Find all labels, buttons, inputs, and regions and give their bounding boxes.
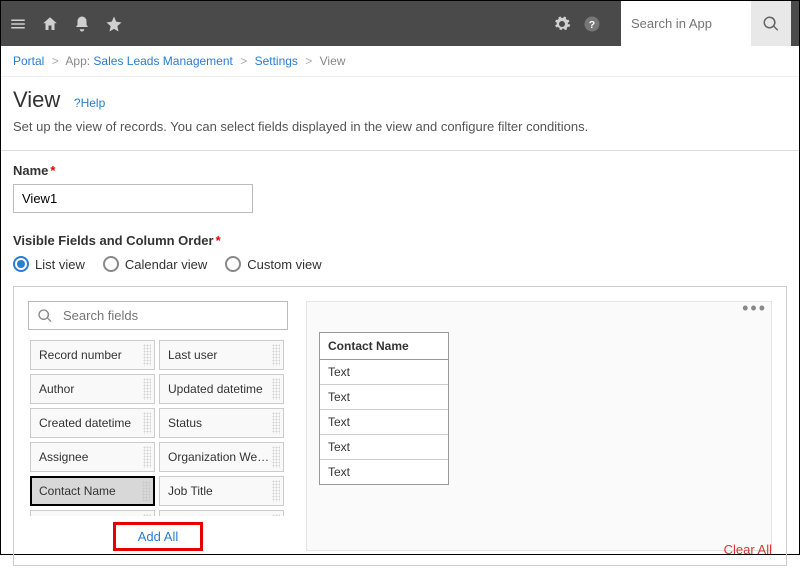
page-title: View	[13, 87, 60, 113]
breadcrumb-app[interactable]: Sales Leads Management	[93, 54, 232, 68]
help-icon[interactable]: ?	[583, 15, 601, 33]
breadcrumb-portal[interactable]: Portal	[13, 54, 44, 68]
field-item[interactable]: Telephone #	[159, 510, 284, 516]
available-fields: Record numberLast userAuthorUpdated date…	[28, 301, 288, 551]
drag-grip-icon	[272, 480, 280, 502]
home-icon[interactable]	[41, 15, 59, 33]
menu-icon[interactable]	[9, 15, 27, 33]
radio-custom-view[interactable]: Custom view	[225, 256, 321, 272]
star-icon[interactable]	[105, 15, 123, 33]
field-list[interactable]: Record numberLast userAuthorUpdated date…	[28, 338, 288, 516]
view-type-radios: List view Calendar view Custom view	[13, 256, 787, 272]
drag-grip-icon	[272, 446, 280, 468]
drag-grip-icon	[143, 378, 151, 400]
column-cell: Text	[320, 410, 448, 435]
drag-grip-icon	[272, 344, 280, 366]
name-input[interactable]	[13, 184, 253, 213]
field-item[interactable]: Email	[30, 510, 155, 516]
search-icon	[37, 308, 53, 324]
breadcrumb-app-prefix: App:	[65, 54, 90, 68]
required-mark: *	[50, 163, 55, 178]
page-description: Set up the view of records. You can sele…	[13, 119, 787, 134]
bell-icon[interactable]	[73, 15, 91, 33]
drag-grip-icon	[143, 446, 151, 468]
gear-icon[interactable]	[553, 15, 571, 33]
field-search-wrap	[28, 301, 288, 330]
radio-list-view[interactable]: List view	[13, 256, 85, 272]
breadcrumb-settings[interactable]: Settings	[255, 54, 298, 68]
drag-grip-icon	[272, 412, 280, 434]
search-button[interactable]	[751, 1, 791, 46]
drag-grip-icon	[272, 378, 280, 400]
field-item[interactable]: Created datetime	[30, 408, 155, 438]
field-item[interactable]: Organization Website	[159, 442, 284, 472]
column-preview: Contact Name TextTextTextTextText	[319, 332, 449, 485]
required-mark: *	[216, 233, 221, 248]
global-search	[621, 1, 791, 46]
column-cell: Text	[320, 460, 448, 484]
field-search-input[interactable]	[63, 308, 279, 323]
radio-label: List view	[35, 257, 85, 272]
radio-label: Calendar view	[125, 257, 207, 272]
svg-text:?: ?	[589, 18, 595, 30]
field-item[interactable]: Job Title	[159, 476, 284, 506]
drag-grip-icon	[143, 344, 151, 366]
page-header: View ?Help Set up the view of records. Y…	[1, 77, 799, 142]
add-all-highlight: Add All	[113, 522, 203, 551]
field-item[interactable]: Assignee	[30, 442, 155, 472]
drag-grip-icon	[143, 412, 151, 434]
drag-grip-icon	[142, 481, 150, 501]
field-item[interactable]: Updated datetime	[159, 374, 284, 404]
drag-grip-icon	[272, 514, 280, 516]
selected-fields-preview: ••• Contact Name TextTextTextTextText	[306, 301, 772, 551]
more-options-icon[interactable]: •••	[742, 298, 767, 319]
column-header: Contact Name	[320, 333, 448, 360]
add-all-link[interactable]: Add All	[116, 525, 200, 548]
column-cell: Text	[320, 385, 448, 410]
search-input[interactable]	[621, 1, 751, 46]
breadcrumb-current: View	[320, 54, 346, 68]
radio-label: Custom view	[247, 257, 321, 272]
radio-calendar-view[interactable]: Calendar view	[103, 256, 207, 272]
column-cell: Text	[320, 360, 448, 385]
top-bar: ?	[1, 1, 799, 46]
field-item[interactable]: Author	[30, 374, 155, 404]
column-cell: Text	[320, 435, 448, 460]
visible-fields-label: Visible Fields and Column Order*	[13, 233, 787, 248]
fields-panel: Record numberLast userAuthorUpdated date…	[13, 286, 787, 566]
drag-grip-icon	[143, 514, 151, 516]
breadcrumb: Portal > App: Sales Leads Management > S…	[1, 46, 799, 77]
field-item[interactable]: Status	[159, 408, 284, 438]
content: Name* Visible Fields and Column Order* L…	[1, 151, 799, 578]
help-link[interactable]: ?Help	[74, 96, 105, 110]
field-item[interactable]: Record number	[30, 340, 155, 370]
field-item[interactable]: Last user	[159, 340, 284, 370]
name-label: Name*	[13, 163, 787, 178]
field-item[interactable]: Contact Name	[30, 476, 155, 506]
